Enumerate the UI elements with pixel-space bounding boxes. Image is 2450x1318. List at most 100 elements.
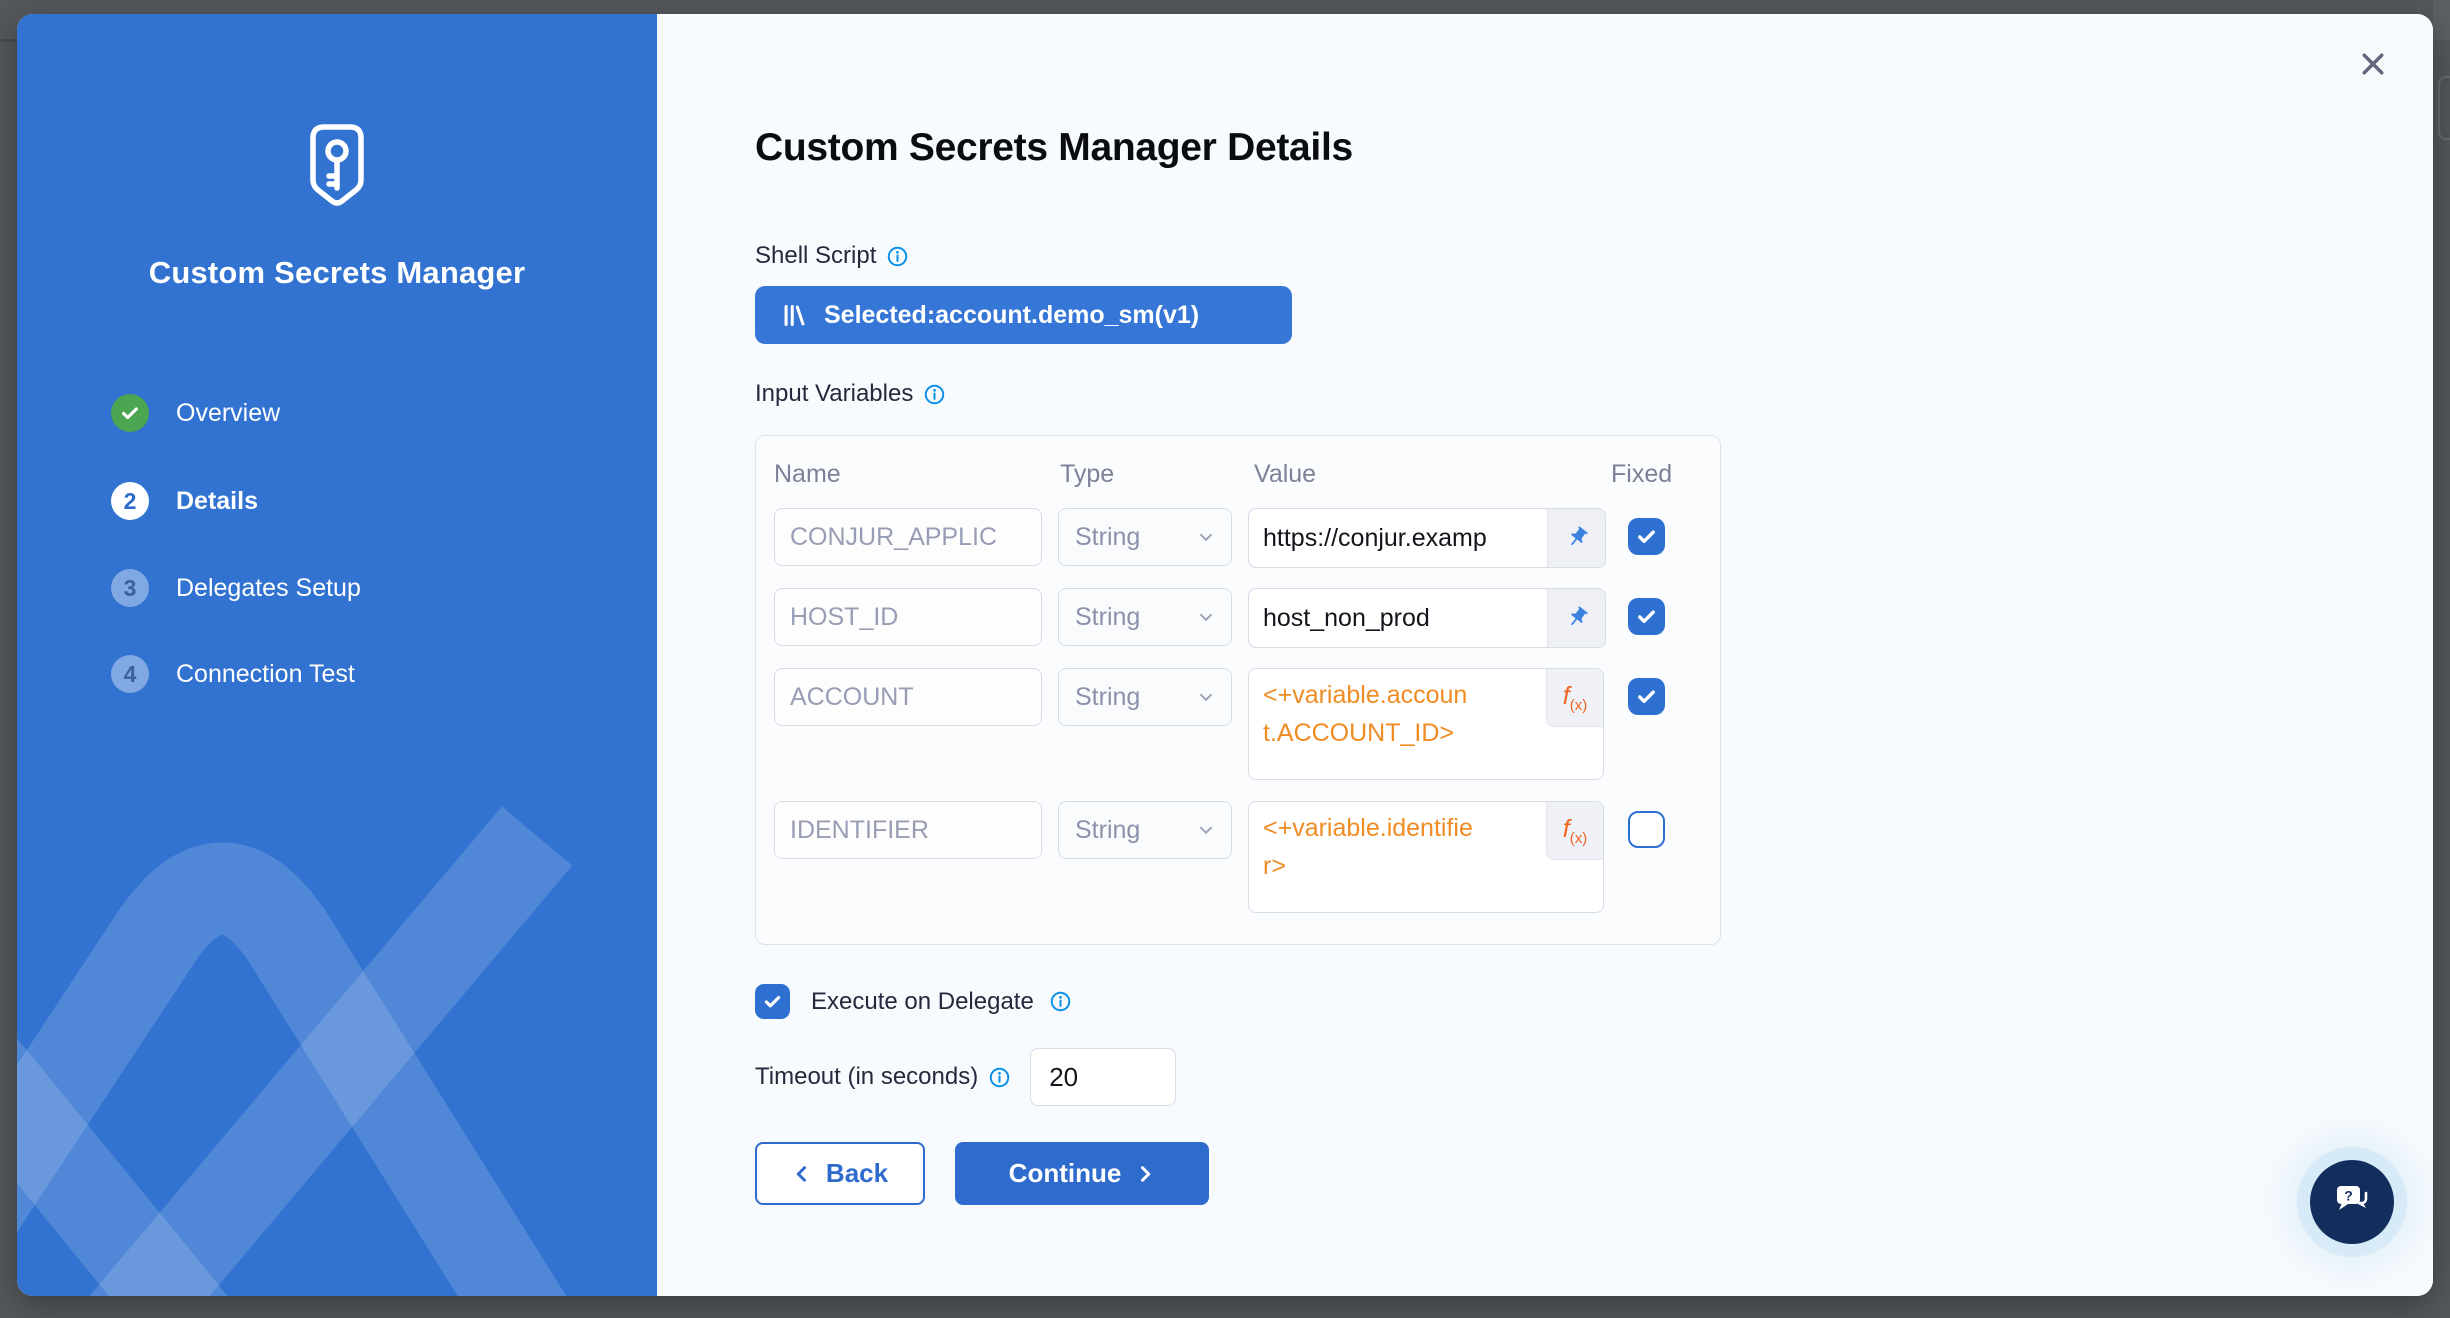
variable-type-value: String: [1075, 523, 1140, 552]
execute-on-delegate-label: Execute on Delegate: [811, 988, 1034, 1016]
variable-type-value: String: [1075, 816, 1140, 845]
variable-row: String <+variable.identifier> f(x): [756, 801, 1720, 913]
back-button[interactable]: Back: [755, 1142, 925, 1205]
step-number: 4: [111, 655, 149, 693]
info-icon[interactable]: [988, 1066, 1011, 1089]
variable-name-input[interactable]: [774, 801, 1042, 859]
step-label: Details: [176, 487, 258, 516]
variable-value-input[interactable]: [1249, 589, 1548, 647]
shield-key-icon: [300, 120, 374, 222]
expression-fx-icon: f(x): [1563, 682, 1587, 714]
input-variables-label-row: Input Variables: [755, 380, 946, 408]
variable-name-input[interactable]: [774, 508, 1042, 566]
variable-row: String <+variable.account.ACCOUNT_ID> f(…: [756, 668, 1720, 780]
variable-type-select[interactable]: String: [1058, 801, 1232, 859]
shell-script-label-row: Shell Script: [755, 242, 909, 270]
brand-watermark: [17, 776, 657, 1296]
step-complete-icon: [111, 394, 149, 432]
pushpin-icon: [1564, 605, 1590, 631]
checkbox-check-icon: [762, 991, 783, 1012]
variable-type-value: String: [1075, 603, 1140, 632]
shell-script-selected-button[interactable]: Selected:account.demo_sm(v1): [755, 286, 1292, 344]
input-variables-label: Input Variables: [755, 380, 913, 408]
step-overview[interactable]: Overview: [111, 394, 280, 432]
chevron-down-icon: [1197, 608, 1215, 626]
checkbox-check-icon: [1635, 525, 1658, 548]
variable-value-group: [1248, 508, 1606, 568]
back-button-label: Back: [826, 1158, 888, 1189]
svg-text:?: ?: [2344, 1188, 2353, 1204]
column-header-fixed: Fixed: [1611, 460, 1672, 489]
info-icon[interactable]: [886, 245, 909, 268]
close-icon: [2358, 49, 2388, 79]
page-title: Custom Secrets Manager Details: [755, 126, 1353, 170]
chevron-down-icon: [1197, 688, 1215, 706]
wizard-footer-buttons: Back Continue: [755, 1142, 1209, 1205]
value-type-pin-button[interactable]: [1548, 509, 1605, 567]
variable-value-group: [1248, 588, 1606, 648]
pushpin-icon: [1564, 525, 1590, 551]
shell-script-selected-label: Selected:account.demo_sm(v1): [824, 301, 1199, 330]
value-type-pin-button[interactable]: [1548, 589, 1605, 647]
variable-type-select[interactable]: String: [1058, 588, 1232, 646]
variable-name-input[interactable]: [774, 668, 1042, 726]
timeout-input[interactable]: [1030, 1048, 1176, 1106]
fixed-checkbox[interactable]: [1628, 518, 1665, 555]
variable-name-input[interactable]: [774, 588, 1042, 646]
expression-value-text: <+variable.account.ACCOUNT_ID>: [1263, 676, 1477, 752]
continue-button-label: Continue: [1009, 1158, 1122, 1189]
step-delegates-setup[interactable]: 3 Delegates Setup: [111, 569, 361, 607]
variable-type-value: String: [1075, 683, 1140, 712]
expression-fx-icon: f(x): [1563, 815, 1587, 847]
variable-row: String: [756, 588, 1720, 646]
fixed-checkbox[interactable]: [1628, 598, 1665, 635]
info-icon[interactable]: [1049, 990, 1072, 1013]
input-variables-table: Name Type Value Fixed String: [755, 435, 1721, 945]
overlay-artifact-line: [0, 39, 17, 42]
checkbox-check-icon: [1635, 685, 1658, 708]
checkbox-check-icon: [1635, 605, 1658, 628]
close-button[interactable]: [2355, 46, 2391, 82]
shell-script-label: Shell Script: [755, 242, 876, 270]
info-icon[interactable]: [923, 383, 946, 406]
wizard-modal: Custom Secrets Manager Overview 2 Detail…: [17, 14, 2433, 1296]
variable-value-expression-box[interactable]: <+variable.account.ACCOUNT_ID> f(x): [1248, 668, 1604, 780]
overlay-artifact-block: [2433, 0, 2450, 40]
timeout-row: Timeout (in seconds): [755, 1048, 1176, 1106]
fixed-checkbox[interactable]: [1628, 811, 1665, 848]
step-label: Overview: [176, 399, 280, 428]
timeout-label: Timeout (in seconds): [755, 1063, 978, 1091]
template-library-icon: [781, 302, 808, 329]
expression-value-text: <+variable.identifier>: [1263, 809, 1477, 885]
variable-value-expression-box[interactable]: <+variable.identifier> f(x): [1248, 801, 1604, 913]
wizard-main-panel: Custom Secrets Manager Details Shell Scr…: [657, 14, 2433, 1296]
variable-value-input[interactable]: [1249, 509, 1548, 567]
column-header-type: Type: [1060, 460, 1114, 489]
overlay-artifact-card: [2438, 76, 2450, 140]
step-label: Delegates Setup: [176, 574, 361, 603]
execute-on-delegate-row: Execute on Delegate: [755, 984, 1072, 1019]
column-header-name: Name: [774, 460, 841, 489]
help-chat-icon: ?: [2329, 1181, 2375, 1223]
check-icon: [119, 402, 141, 424]
help-chat-button[interactable]: ?: [2310, 1160, 2394, 1244]
chevron-left-icon: [792, 1164, 812, 1184]
variable-type-select[interactable]: String: [1058, 508, 1232, 566]
step-number: 3: [111, 569, 149, 607]
value-type-expression-button[interactable]: f(x): [1546, 669, 1603, 727]
step-number: 2: [111, 482, 149, 520]
sidebar-title: Custom Secrets Manager: [17, 255, 657, 291]
value-type-expression-button[interactable]: f(x): [1546, 802, 1603, 860]
step-connection-test[interactable]: 4 Connection Test: [111, 655, 355, 693]
chevron-down-icon: [1197, 821, 1215, 839]
step-label: Connection Test: [176, 660, 355, 689]
wizard-sidebar: Custom Secrets Manager Overview 2 Detail…: [17, 14, 657, 1296]
fixed-checkbox[interactable]: [1628, 678, 1665, 715]
execute-on-delegate-checkbox[interactable]: [755, 984, 790, 1019]
chevron-right-icon: [1135, 1164, 1155, 1184]
chevron-down-icon: [1197, 528, 1215, 546]
continue-button[interactable]: Continue: [955, 1142, 1209, 1205]
variable-type-select[interactable]: String: [1058, 668, 1232, 726]
step-details[interactable]: 2 Details: [111, 482, 258, 520]
column-header-value: Value: [1254, 460, 1316, 489]
